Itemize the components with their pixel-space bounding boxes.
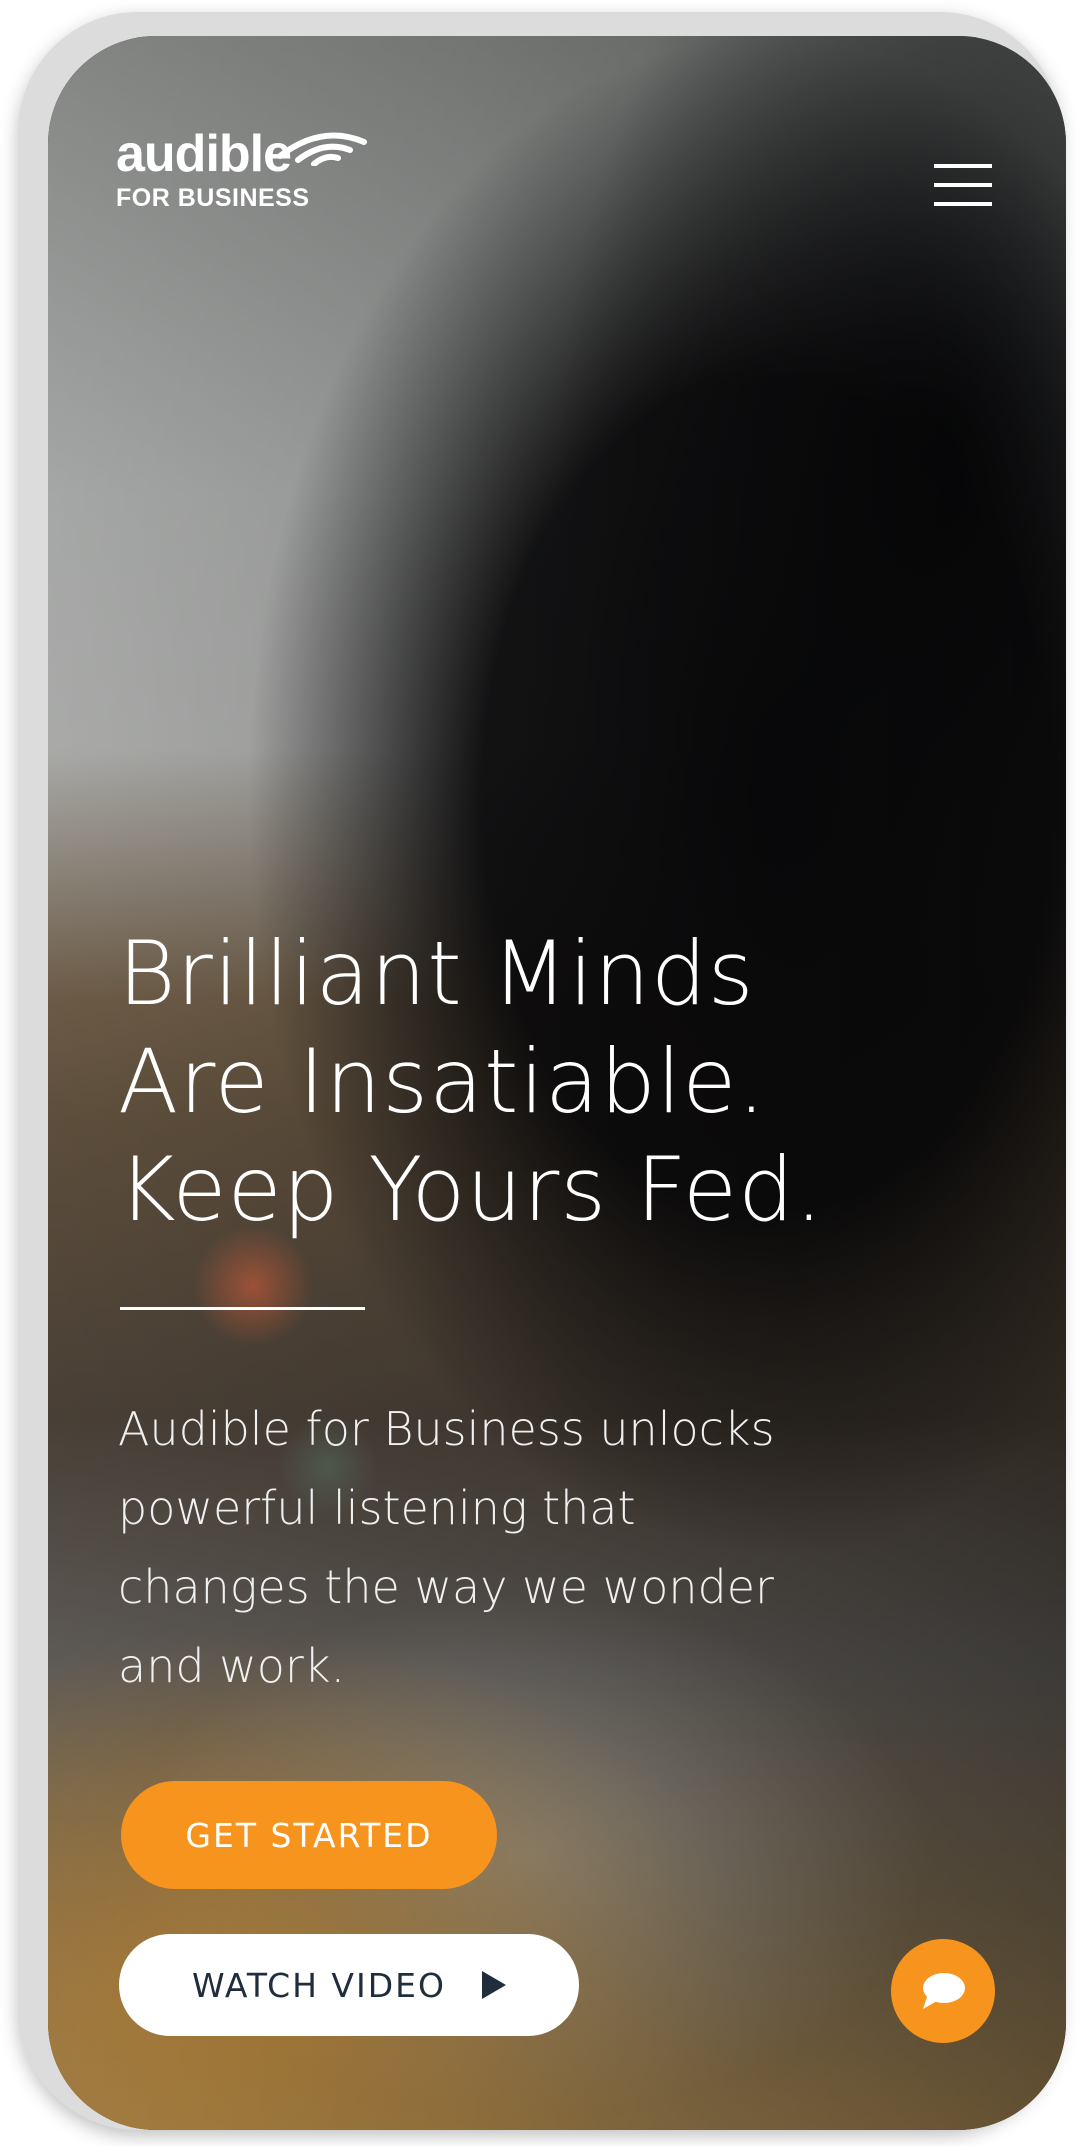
get-started-label: GET STARTED (185, 1815, 433, 1855)
logo-tagline: FOR BUSINESS (116, 184, 310, 212)
watch-video-button[interactable]: WATCH VIDEO (119, 1934, 579, 2036)
description-line: Audible for Business unlocks (118, 1402, 775, 1456)
description-line: and work. (118, 1639, 346, 1693)
hamburger-menu-icon[interactable] (934, 164, 992, 212)
headline-line: Are Insatiable. (118, 1030, 767, 1133)
chat-bubble-icon (923, 1973, 965, 2009)
description-line: changes the way we wonder (118, 1560, 774, 1614)
description-line: powerful listening that (118, 1481, 636, 1535)
hero-headline: Brilliant Minds Are Insatiable. Keep You… (118, 920, 918, 1244)
headline-line: Brilliant Minds (118, 922, 755, 1025)
headline-line: Keep Yours Fed. (118, 1138, 824, 1241)
hero-description: Audible for Business unlocks powerful li… (118, 1390, 838, 1706)
chat-button[interactable] (891, 1939, 995, 2043)
audible-waves-icon (277, 132, 367, 166)
get-started-button[interactable]: GET STARTED (121, 1781, 497, 1889)
screen: audible FOR BUSINESS Brilliant Minds Are… (48, 36, 1066, 2130)
headline-divider (120, 1307, 365, 1310)
audible-logo[interactable]: audible FOR BUSINESS (116, 128, 367, 212)
play-icon (481, 1971, 506, 1999)
watch-video-label: WATCH VIDEO (192, 1965, 446, 2005)
phone-frame: audible FOR BUSINESS Brilliant Minds Are… (18, 12, 1066, 2130)
